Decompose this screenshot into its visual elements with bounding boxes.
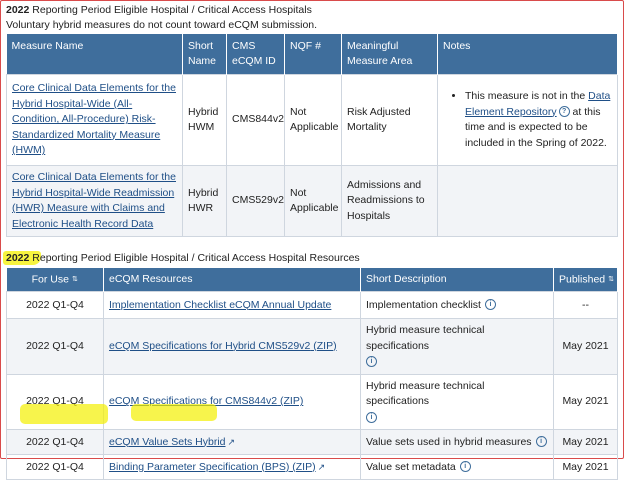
description-cell: Hybrid measure technical specifications i — [360, 318, 554, 375]
area-cell: Admissions and Readmissions to Hospitals — [341, 165, 438, 237]
short-name-cell: Hybrid HWM — [182, 74, 227, 166]
for-use-cell: 2022 Q1-Q4 — [6, 318, 104, 375]
description-cell: Value sets used in hybrid measures i — [360, 429, 554, 456]
table-row: Core Clinical Data Elements for the Hybr… — [6, 74, 618, 166]
external-link-icon: ↗ — [227, 436, 236, 447]
nqf-cell: Not Applicable — [284, 165, 342, 237]
for-use-cell: 2022 Q1-Q4 — [6, 291, 104, 320]
info-circle-icon[interactable]: i — [459, 461, 471, 473]
section1-subheading: Voluntary hybrid measures do not count t… — [6, 19, 318, 31]
resource-link-cms529v2[interactable]: eCQM Specifications for Hybrid CMS529v2 … — [109, 340, 337, 352]
col-published[interactable]: Published ⇅ — [553, 268, 618, 292]
published-cell: May 2021 — [553, 373, 618, 431]
resource-link-value-sets-hybrid[interactable]: eCQM Value Sets Hybrid — [109, 436, 226, 448]
sort-icon: ⇅ — [608, 276, 614, 283]
info-circle-icon[interactable]: i — [484, 299, 496, 311]
info-circle-icon[interactable]: i — [366, 356, 377, 367]
col-cms-ecqm-id: CMS eCQM ID — [226, 34, 285, 75]
col-ecqm-resources: eCQM Resources — [103, 268, 361, 292]
resources-table: For Use ⇅ eCQM Resources Short Descriptio… — [6, 268, 618, 480]
section2-heading: 2022 Reporting Period Eligible Hospital … — [6, 252, 360, 264]
table-row: 2022 Q1-Q4 eCQM Specifications for Hybri… — [6, 318, 618, 375]
cms-id-cell: CMS529v2 — [226, 165, 285, 237]
notes-cell: This measure is not in the Data Element … — [437, 74, 618, 166]
short-name-cell: Hybrid HWR — [182, 165, 227, 237]
hybrid-measures-table: Measure Name Short Name CMS eCQM ID NQF … — [6, 34, 618, 237]
measure-link-hwr[interactable]: Core Clinical Data Elements for the Hybr… — [12, 171, 176, 230]
table-row: 2022 Q1-Q4 eCQM Value Sets Hybrid ↗ Value… — [6, 429, 618, 456]
info-circle-icon[interactable]: i — [366, 411, 377, 423]
value-sets-highlight-mark — [131, 404, 217, 421]
notes-cell — [437, 165, 618, 237]
area-cell: Risk Adjusted Mortality — [341, 74, 438, 166]
col-measure-name: Measure Name — [6, 34, 183, 75]
for-use-highlight-mark — [20, 404, 108, 424]
resource-link-checklist[interactable]: Implementation Checklist eCQM Annual Upd… — [109, 299, 331, 311]
published-cell: May 2021 — [553, 429, 618, 456]
description-cell: Implementation checklist i — [360, 291, 554, 320]
for-use-cell: 2022 Q1-Q4 — [6, 429, 104, 456]
published-cell: -- — [553, 291, 618, 320]
measure-link-hwm[interactable]: Core Clinical Data Elements for the Hybr… — [12, 82, 176, 156]
cms-id-cell: CMS844v2 — [226, 74, 285, 166]
table-header-row: For Use ⇅ eCQM Resources Short Descriptio… — [6, 268, 618, 292]
col-for-use[interactable]: For Use ⇅ — [6, 268, 104, 292]
question-circle-icon[interactable]: ? — [558, 106, 570, 118]
col-short-description: Short Description — [360, 268, 554, 292]
table-header-row: Measure Name Short Name CMS eCQM ID NQF … — [6, 34, 618, 75]
col-meaningful-measure-area: Meaningful Measure Area — [341, 34, 438, 75]
table-row: 2022 Q1-Q4 Implementation Checklist eCQM… — [6, 291, 618, 320]
nqf-cell: Not Applicable — [284, 74, 342, 166]
resource-link-bps[interactable]: Binding Parameter Specification (BPS) (Z… — [109, 461, 316, 473]
col-notes: Notes — [437, 34, 618, 75]
published-cell: May 2021 — [553, 318, 618, 375]
col-short-name: Short Name — [182, 34, 227, 75]
note-item: This measure is not in the Data Element … — [465, 89, 612, 151]
col-nqf: NQF # — [284, 34, 342, 75]
external-link-icon: ↗ — [317, 461, 326, 472]
section1-heading: 2022 Reporting Period Eligible Hospital … — [6, 4, 312, 16]
sort-icon: ⇅ — [71, 276, 78, 283]
description-cell: Hybrid measure technical specifications i — [360, 373, 554, 431]
table-row: Core Clinical Data Elements for the Hybr… — [6, 165, 618, 237]
info-circle-icon[interactable]: i — [535, 436, 547, 448]
